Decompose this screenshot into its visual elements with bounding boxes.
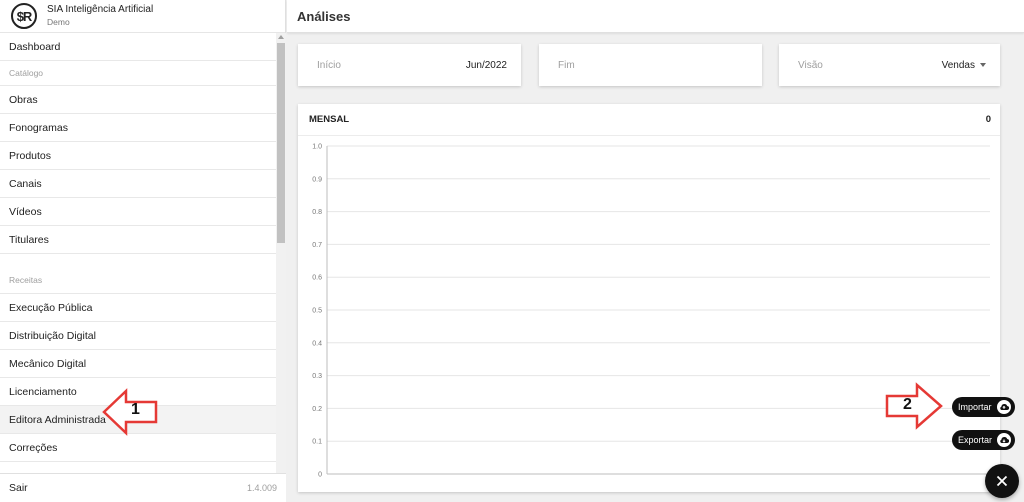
panel-title: MENSAL — [309, 114, 350, 125]
close-icon — [996, 475, 1008, 487]
monthly-chart: 0 0.1 0.2 0.3 0.4 0.5 0.6 0.7 0.8 0.9 1.0 — [298, 136, 1000, 492]
top-bar: Análises — [287, 0, 1024, 33]
sidebar-section-catalogo: Catálogo — [0, 61, 276, 86]
sidebar-section-receitas: Receitas — [0, 254, 276, 294]
import-button[interactable]: Importar — [952, 397, 1015, 417]
sidebar-item-fonogramas[interactable]: Fonogramas — [0, 114, 276, 142]
app-version: 1.4.009 — [246, 483, 277, 493]
end-date-label: Fim — [558, 59, 575, 71]
chart-svg: 0 0.1 0.2 0.3 0.4 0.5 0.6 0.7 0.8 0.9 1.0 — [312, 144, 990, 479]
start-date-label: Início — [317, 59, 341, 71]
sidebar-item-distribuicao-digital[interactable]: Distribuição Digital — [0, 322, 276, 350]
sidebar-item-dashboard[interactable]: Dashboard — [0, 33, 276, 61]
sidebar-footer: Sair 1.4.009 — [0, 473, 286, 502]
sidebar-item-mecanico-digital[interactable]: Mecânico Digital — [0, 350, 276, 378]
brand-name: SIA Inteligência Artificial — [47, 4, 154, 15]
end-date-filter[interactable]: Fim — [539, 44, 762, 86]
sidebar-item-correcoes[interactable]: Correções — [0, 434, 276, 462]
view-label: Visão — [798, 59, 823, 71]
view-select[interactable]: Visão Vendas — [779, 44, 1000, 86]
cloud-upload-icon — [996, 400, 1011, 414]
brand-subtitle: Demo — [47, 17, 70, 27]
scroll-up-arrow-icon[interactable] — [278, 35, 284, 39]
sidebar-scrollbar-thumb[interactable] — [277, 43, 285, 243]
y-tick-label: 0.5 — [312, 308, 322, 315]
y-tick-label: 0.6 — [312, 275, 322, 282]
callout-arrow-1 — [102, 388, 158, 436]
sidebar-item-canais[interactable]: Canais — [0, 170, 276, 198]
panel-total: 0 — [985, 114, 991, 125]
close-fab-button[interactable] — [985, 464, 1019, 498]
sidebar-scrollbar[interactable] — [276, 33, 286, 473]
callout-arrow-2 — [885, 382, 943, 430]
import-label: Importar — [958, 402, 992, 412]
export-button[interactable]: Exportar — [952, 430, 1016, 450]
logo: $R — [11, 3, 37, 29]
start-date-value: Jun/2022 — [465, 59, 507, 71]
callout-number-1: 1 — [131, 401, 140, 418]
monthly-panel: MENSAL 0 0 0.1 0.2 0.3 0.4 0.5 0.6 0.7 0.8 0.9 1.0 — [298, 104, 1000, 492]
view-value: Vendas — [941, 59, 975, 71]
y-tick-label: 0 — [318, 472, 322, 479]
callout-number-2: 2 — [903, 396, 912, 413]
sidebar-item-execucao-publica[interactable]: Execução Pública — [0, 294, 276, 322]
cloud-download-icon — [997, 433, 1012, 447]
sidebar-item-obras[interactable]: Obras — [0, 86, 276, 114]
logout-link[interactable]: Sair — [9, 482, 28, 494]
y-tick-label: 1.0 — [312, 144, 322, 151]
page-title: Análises — [297, 8, 351, 24]
y-tick-label: 0.1 — [312, 439, 322, 446]
chevron-down-icon — [980, 63, 986, 67]
y-tick-label: 0.8 — [312, 209, 322, 216]
sidebar-item-videos[interactable]: Vídeos — [0, 198, 276, 226]
brand: $R SIA Inteligência Artificial Demo — [0, 0, 285, 33]
y-tick-label: 0.4 — [312, 340, 322, 347]
y-tick-label: 0.2 — [312, 406, 322, 413]
y-tick-label: 0.9 — [312, 176, 322, 183]
start-date-filter[interactable]: Início Jun/2022 — [298, 44, 521, 86]
export-label: Exportar — [958, 435, 993, 445]
sidebar-item-produtos[interactable]: Produtos — [0, 142, 276, 170]
y-tick-label: 0.3 — [312, 373, 322, 380]
y-tick-label: 0.7 — [312, 242, 322, 249]
sidebar-item-titulares[interactable]: Titulares — [0, 226, 276, 254]
